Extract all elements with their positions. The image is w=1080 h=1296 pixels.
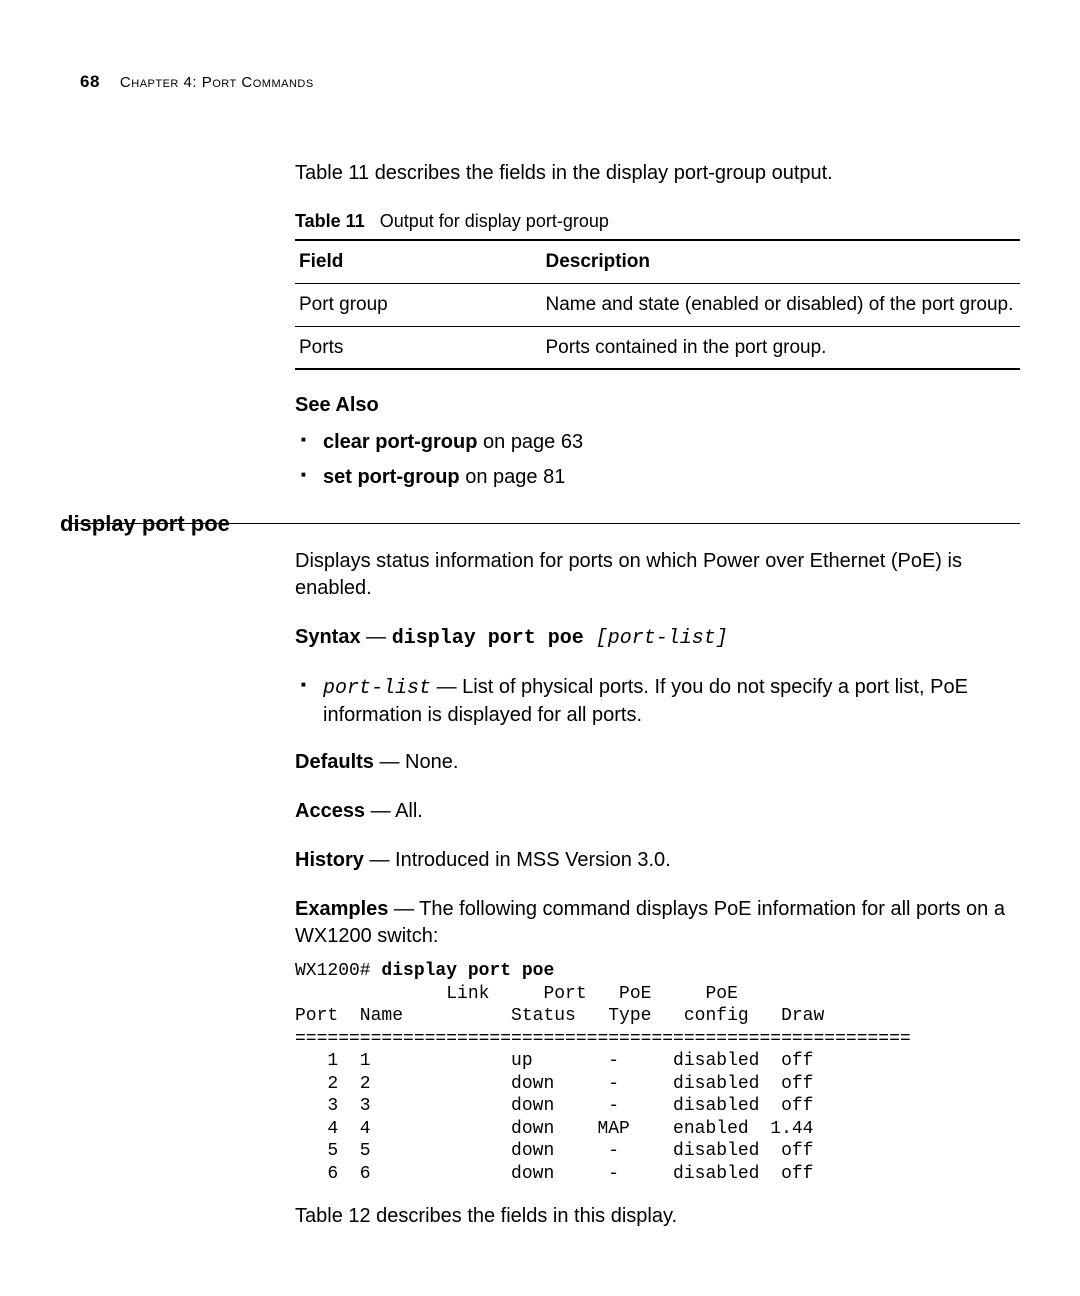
cli-row: 6 6 down - disabled off bbox=[295, 1164, 813, 1184]
command-description: Displays status information for ports on… bbox=[295, 548, 1020, 602]
section-title: display port poe bbox=[60, 511, 285, 1252]
intro-paragraph: Table 11 describes the fields in the dis… bbox=[295, 160, 1020, 187]
cli-row: 4 4 down MAP enabled 1.44 bbox=[295, 1119, 813, 1139]
syntax-label: Syntax bbox=[295, 626, 361, 648]
table11-head-field: Field bbox=[295, 240, 542, 283]
list-item: port-list — List of physical ports. If y… bbox=[295, 674, 1020, 729]
table11-field: Ports bbox=[295, 326, 542, 369]
page: 68 Chapter 4: Port Commands Table 11 des… bbox=[0, 0, 1080, 1296]
syntax-command: display port poe bbox=[392, 627, 596, 650]
syntax-dash: — bbox=[361, 626, 392, 648]
page-number: 68 bbox=[80, 72, 100, 92]
cli-header1: Link Port PoE PoE bbox=[295, 984, 738, 1004]
access-line: Access — All. bbox=[295, 798, 1020, 825]
table11-field: Port group bbox=[295, 283, 542, 326]
see-also-pageref: on page 81 bbox=[460, 466, 566, 488]
history-label: History bbox=[295, 849, 364, 871]
history-value: — Introduced in MSS Version 3.0. bbox=[364, 849, 671, 871]
table11-caption-text: Output for display port-group bbox=[380, 211, 609, 231]
history-line: History — Introduced in MSS Version 3.0. bbox=[295, 847, 1020, 874]
defaults-value: — None. bbox=[374, 751, 458, 773]
trailing-paragraph: Table 12 describes the fields in this di… bbox=[295, 1203, 1020, 1230]
table11-head-desc: Description bbox=[542, 240, 1021, 283]
cli-prompt: WX1200# bbox=[295, 961, 381, 981]
cli-command: display port poe bbox=[381, 961, 554, 981]
examples-label: Examples bbox=[295, 898, 388, 920]
list-item: set port-group on page 81 bbox=[295, 464, 1020, 491]
cli-header2: Port Name Status Type config Draw bbox=[295, 1006, 824, 1026]
table11: Field Description Port group Name and st… bbox=[295, 239, 1020, 370]
cli-separator: ========================================… bbox=[295, 1029, 911, 1049]
table11-desc: Ports contained in the port group. bbox=[542, 326, 1021, 369]
cli-row: 5 5 down - disabled off bbox=[295, 1141, 813, 1161]
cli-output: WX1200# display port poe Link Port PoE P… bbox=[295, 960, 1020, 1185]
access-label: Access bbox=[295, 800, 365, 822]
syntax-args-list: port-list — List of physical ports. If y… bbox=[295, 674, 1020, 729]
cli-row: 1 1 up - disabled off bbox=[295, 1051, 813, 1071]
table11-caption-label: Table 11 bbox=[295, 211, 365, 231]
see-also-cmd: set port-group bbox=[323, 466, 460, 488]
defaults-label: Defaults bbox=[295, 751, 374, 773]
see-also-heading: See Also bbox=[295, 392, 1020, 419]
see-also-pageref: on page 63 bbox=[477, 431, 583, 453]
left-gutter bbox=[60, 160, 285, 511]
table-row: Port group Name and state (enabled or di… bbox=[295, 283, 1020, 326]
section-rule bbox=[70, 523, 1020, 524]
examples-line: Examples — The following command display… bbox=[295, 896, 1020, 950]
syntax-arg: [port-list] bbox=[596, 627, 728, 650]
cli-row: 2 2 down - disabled off bbox=[295, 1074, 813, 1094]
table-row: Ports Ports contained in the port group. bbox=[295, 326, 1020, 369]
examples-text: — The following command displays PoE inf… bbox=[295, 898, 1005, 947]
defaults-line: Defaults — None. bbox=[295, 749, 1020, 776]
cli-row: 3 3 down - disabled off bbox=[295, 1096, 813, 1116]
arg-name: port-list bbox=[323, 677, 431, 700]
see-also-list: clear port-group on page 63 set port-gro… bbox=[295, 429, 1020, 491]
access-value: — All. bbox=[365, 800, 423, 822]
list-item: clear port-group on page 63 bbox=[295, 429, 1020, 456]
table11-caption: Table 11 Output for display port-group bbox=[295, 209, 1020, 233]
running-header: 68 Chapter 4: Port Commands bbox=[80, 72, 1020, 92]
chapter-title: Chapter 4: Port Commands bbox=[120, 74, 314, 91]
see-also-cmd: clear port-group bbox=[323, 431, 477, 453]
syntax-line: Syntax — display port poe [port-list] bbox=[295, 624, 1020, 652]
table11-desc: Name and state (enabled or disabled) of … bbox=[542, 283, 1021, 326]
